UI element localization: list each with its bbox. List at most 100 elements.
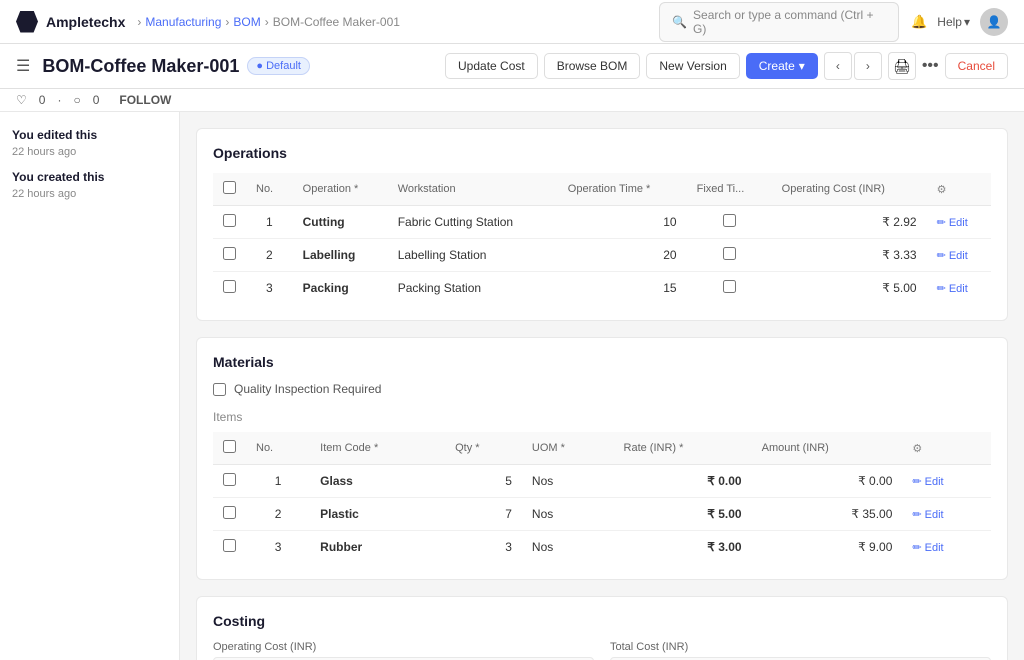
content-area: Operations No. Operation * Workstation O… (180, 112, 1024, 660)
op-fixed-checkbox-2[interactable] (723, 280, 736, 293)
quality-inspection-row: Quality Inspection Required (213, 382, 991, 396)
mat-col-uom: UOM * (522, 432, 614, 465)
mat-row-amount: ₹ 0.00 (752, 465, 903, 498)
op-col-cost: Operating Cost (INR) (772, 173, 927, 206)
navbar: Ampletechx › Manufacturing › BOM › BOM-C… (0, 0, 1024, 44)
mat-gear-icon[interactable]: ⚙ (912, 443, 922, 455)
mat-row-checkbox-0[interactable] (223, 473, 236, 486)
new-version-button[interactable]: New Version (646, 53, 739, 79)
avatar[interactable]: 👤 (980, 8, 1008, 36)
op-row-checkbox-2[interactable] (223, 280, 236, 293)
prev-arrow-button[interactable]: ‹ (824, 52, 852, 80)
brand-logo (16, 11, 38, 33)
breadcrumb: › Manufacturing › BOM › BOM-Coffee Maker… (137, 15, 400, 29)
op-row-operation: Cutting (293, 206, 388, 239)
table-row: 1 Cutting Fabric Cutting Station 10 ₹ 2.… (213, 206, 991, 239)
social-bar: ♡ 0 · ○ 0 FOLLOW (0, 89, 1024, 112)
operations-section-title: Operations (213, 145, 991, 161)
comment-icon: ○ (73, 93, 80, 107)
op-select-all-checkbox[interactable] (223, 181, 236, 194)
mat-col-no: No. (246, 432, 310, 465)
quality-inspection-checkbox[interactable] (213, 383, 226, 396)
op-gear-icon[interactable]: ⚙ (937, 184, 947, 196)
op-edit-link-1[interactable]: ✏ Edit (937, 249, 981, 262)
op-row-check (213, 239, 246, 272)
quality-inspection-label: Quality Inspection Required (234, 382, 381, 396)
table-row: 2 Plastic 7 Nos ₹ 5.00 ₹ 35.00 ✏ Edit (213, 498, 991, 531)
cancel-button[interactable]: Cancel (945, 53, 1008, 79)
table-row: 3 Rubber 3 Nos ₹ 3.00 ₹ 9.00 ✏ Edit (213, 531, 991, 564)
heart-count: 0 (39, 93, 46, 107)
op-row-checkbox-0[interactable] (223, 214, 236, 227)
operations-table-header: No. Operation * Workstation Operation Ti… (213, 173, 991, 206)
update-cost-button[interactable]: Update Cost (445, 53, 538, 79)
op-col-gear: ⚙ (927, 173, 991, 206)
search-box[interactable]: 🔍 Search or type a command (Ctrl + G) (659, 2, 899, 42)
breadcrumb-bom[interactable]: BOM (233, 15, 260, 29)
create-button[interactable]: Create ▾ (746, 53, 818, 79)
help-button[interactable]: Help ▾ (937, 15, 970, 29)
op-row-workstation: Packing Station (388, 272, 558, 305)
help-caret-icon: ▾ (964, 15, 970, 29)
op-edit-link-0[interactable]: ✏ Edit (937, 216, 981, 229)
create-label: Create (759, 59, 795, 73)
mat-edit-link-0[interactable]: ✏ Edit (912, 475, 981, 488)
notification-icon[interactable]: 🔔 (911, 14, 927, 30)
operations-section: Operations No. Operation * Workstation O… (196, 128, 1008, 321)
hamburger-icon[interactable]: ☰ (16, 56, 30, 76)
op-row-checkbox-1[interactable] (223, 247, 236, 260)
operations-table: No. Operation * Workstation Operation Ti… (213, 173, 991, 304)
op-row-edit: ✏ Edit (927, 239, 991, 272)
mat-select-all-checkbox[interactable] (223, 440, 236, 453)
op-row-operation: Labelling (293, 239, 388, 272)
browse-bom-button[interactable]: Browse BOM (544, 53, 641, 79)
op-col-operation: Operation * (293, 173, 388, 206)
mat-row-checkbox-2[interactable] (223, 539, 236, 552)
op-row-no: 3 (246, 272, 293, 305)
mat-row-uom: Nos (522, 498, 614, 531)
print-button[interactable]: 🖨 (888, 52, 916, 80)
table-row: 2 Labelling Labelling Station 20 ₹ 3.33 … (213, 239, 991, 272)
op-row-cost: ₹ 3.33 (772, 239, 927, 272)
mat-row-check (213, 531, 246, 564)
mat-row-rate: ₹ 3.00 (614, 531, 752, 564)
mat-col-gear: ⚙ (902, 432, 991, 465)
op-fixed-checkbox-1[interactable] (723, 247, 736, 260)
mat-col-qty: Qty * (445, 432, 522, 465)
op-row-workstation: Labelling Station (388, 239, 558, 272)
create-caret-icon: ▾ (799, 59, 805, 73)
mat-row-checkbox-1[interactable] (223, 506, 236, 519)
sidebar-entry-1: You created this 22 hours ago (12, 170, 167, 200)
nav-arrows: ‹ › (824, 52, 882, 80)
mat-row-uom: Nos (522, 531, 614, 564)
mat-edit-link-1[interactable]: ✏ Edit (912, 508, 981, 521)
op-edit-link-2[interactable]: ✏ Edit (937, 282, 981, 295)
mat-row-edit: ✏ Edit (902, 498, 991, 531)
op-fixed-checkbox-0[interactable] (723, 214, 736, 227)
sidebar-created-timestamp: 22 hours ago (12, 188, 76, 200)
sidebar-entry-0: You edited this 22 hours ago (12, 128, 167, 158)
op-row-edit: ✏ Edit (927, 206, 991, 239)
mat-row-rate: ₹ 0.00 (614, 465, 752, 498)
follow-button[interactable]: FOLLOW (119, 93, 171, 107)
materials-table-header: No. Item Code * Qty * UOM * Rate (INR) *… (213, 432, 991, 465)
sidebar: You edited this 22 hours ago You created… (0, 112, 180, 660)
op-row-no: 2 (246, 239, 293, 272)
navbar-actions: 🔔 Help ▾ 👤 (911, 8, 1008, 36)
breadcrumb-manufacturing[interactable]: Manufacturing (145, 15, 221, 29)
search-placeholder: Search or type a command (Ctrl + G) (693, 8, 886, 36)
mat-edit-link-2[interactable]: ✏ Edit (912, 541, 981, 554)
op-row-no: 1 (246, 206, 293, 239)
op-row-check (213, 206, 246, 239)
sidebar-created-label: You created this (12, 170, 167, 184)
page-title: BOM-Coffee Maker-001 (42, 56, 239, 77)
status-badge: ● Default (247, 57, 310, 75)
mat-col-check (213, 432, 246, 465)
more-options-icon[interactable]: ••• (922, 57, 939, 75)
op-col-time: Operation Time * (558, 173, 687, 206)
op-col-workstation: Workstation (388, 173, 558, 206)
table-row: 1 Glass 5 Nos ₹ 0.00 ₹ 0.00 ✏ Edit (213, 465, 991, 498)
op-row-fixed (687, 239, 772, 272)
next-arrow-button[interactable]: › (854, 52, 882, 80)
mat-row-check (213, 498, 246, 531)
